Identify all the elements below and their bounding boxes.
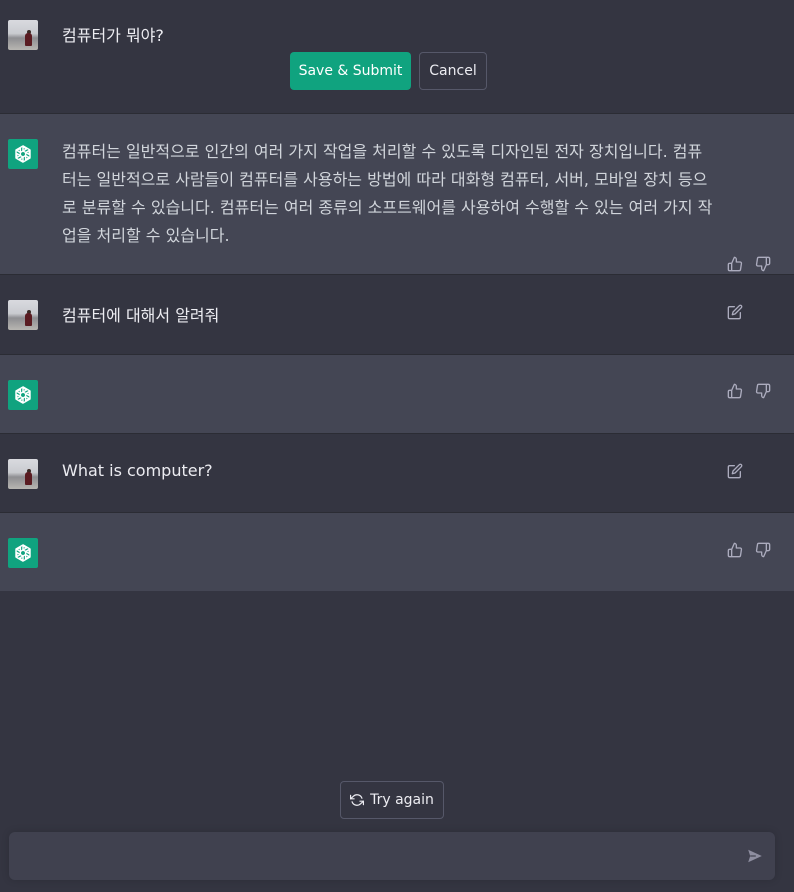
edit-icon: [727, 304, 743, 320]
send-icon: [748, 849, 762, 863]
assistant-message-row: [0, 513, 794, 591]
send-button[interactable]: [747, 848, 765, 866]
thumbs-up-button[interactable]: [725, 540, 745, 560]
edit-icon: [727, 463, 743, 479]
thumbs-up-button[interactable]: [725, 254, 745, 274]
openai-logo-icon: [15, 145, 31, 163]
cancel-button[interactable]: Cancel: [419, 52, 487, 90]
try-again-button[interactable]: Try again: [340, 781, 444, 819]
assistant-avatar: [8, 538, 38, 568]
thumbs-down-icon: [755, 542, 771, 558]
user-message-edit-row: 컴퓨터가 뭐야? Save & Submit Cancel: [0, 0, 794, 114]
user-avatar: [8, 459, 38, 489]
edit-message-button[interactable]: [725, 302, 745, 322]
thumbs-up-icon: [727, 383, 743, 399]
user-message-row: What is computer?: [0, 434, 794, 513]
user-message-row: 컴퓨터에 대해서 알려줘: [0, 275, 794, 355]
assistant-avatar: [8, 380, 38, 410]
thumbs-down-icon: [755, 256, 771, 272]
user-message-edit-text[interactable]: 컴퓨터가 뭐야?: [62, 22, 164, 46]
user-message-text: What is computer?: [62, 461, 213, 480]
refresh-icon: [350, 794, 365, 806]
thumbs-up-icon: [727, 256, 743, 272]
thumbs-down-button[interactable]: [753, 381, 773, 401]
thumbs-down-button[interactable]: [753, 254, 773, 274]
chat-thread: 컴퓨터가 뭐야? Save & Submit Cancel 컴퓨터는 일반적으로…: [0, 0, 794, 591]
openai-logo-icon: [15, 386, 31, 404]
thumbs-up-button[interactable]: [725, 381, 745, 401]
thumbs-down-button[interactable]: [753, 540, 773, 560]
user-avatar: [8, 20, 38, 50]
message-composer: [9, 832, 775, 880]
user-message-text: 컴퓨터에 대해서 알려줘: [62, 306, 220, 325]
openai-logo-icon: [15, 544, 31, 562]
prompt-input[interactable]: [21, 844, 731, 868]
user-avatar: [8, 300, 38, 330]
assistant-message-text: 컴퓨터는 일반적으로 인간의 여러 가지 작업을 처리할 수 있도록 디자인된 …: [62, 142, 713, 245]
assistant-message-row: [0, 355, 794, 434]
thumbs-down-icon: [755, 383, 771, 399]
edit-message-button[interactable]: [725, 461, 745, 481]
thumbs-up-icon: [727, 542, 743, 558]
save-submit-button[interactable]: Save & Submit: [290, 52, 411, 90]
assistant-avatar: [8, 139, 38, 169]
try-again-label: Try again: [370, 792, 434, 808]
assistant-message-row: 컴퓨터는 일반적으로 인간의 여러 가지 작업을 처리할 수 있도록 디자인된 …: [0, 114, 794, 275]
